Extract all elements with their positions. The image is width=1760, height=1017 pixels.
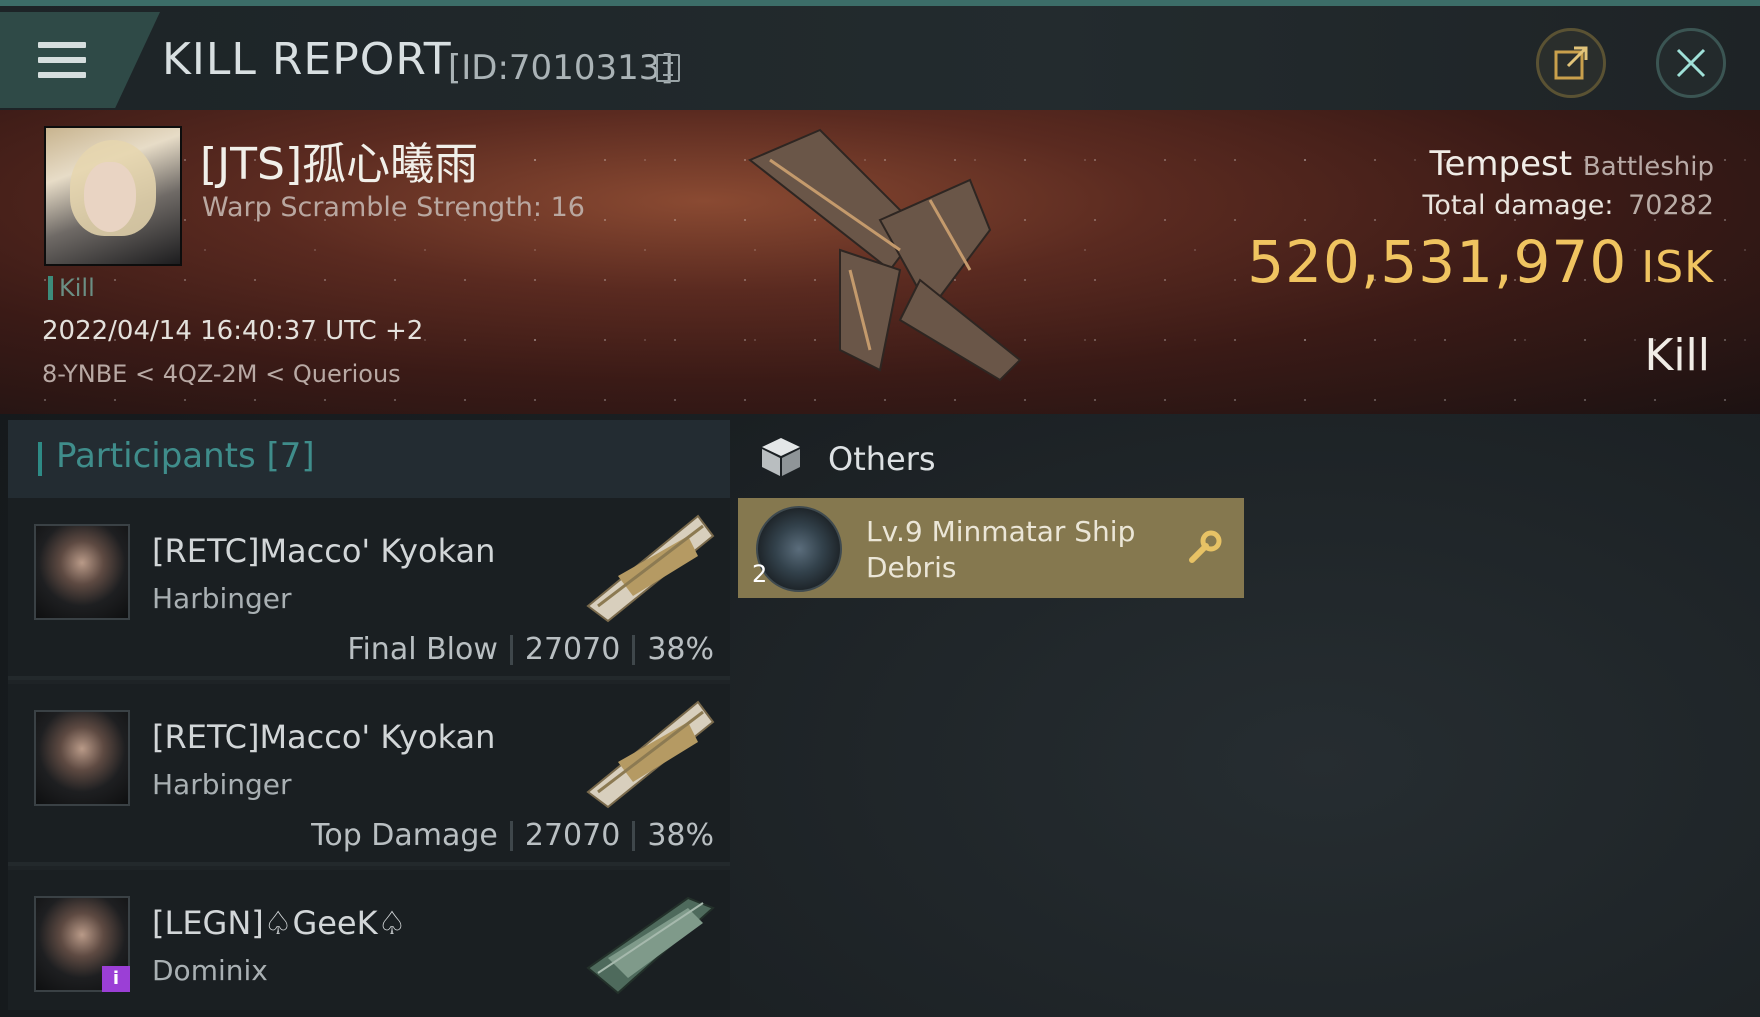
participant-damage: 27070 (524, 632, 621, 667)
participant-damage: 27070 (524, 818, 621, 853)
participant-portrait (34, 524, 130, 620)
info-badge: i (102, 966, 130, 992)
item-name: Lv.9 Minmatar Ship Debris (866, 515, 1136, 584)
participant-stats: Top Damage 27070 38% (311, 818, 714, 853)
participant-name: [RETC]Macco' Kyokan (152, 532, 496, 570)
participant-percent: 38% (647, 632, 714, 667)
share-icon (1554, 46, 1588, 80)
victim-detail: Warp Scramble Strength: 16 (202, 192, 585, 223)
report-id: [ID:7010313] (448, 48, 674, 88)
header-bar: KILL REPORT [ID:7010313] (0, 6, 1760, 110)
copy-icon[interactable] (656, 54, 680, 82)
participants-panel: Participants [7] [RETC]Macco' Kyokan Har… (8, 420, 730, 1010)
share-button[interactable] (1536, 28, 1606, 98)
participant-row[interactable]: i [LEGN]♤GeeK♤ Dominix (8, 870, 730, 1010)
participant-ship-image (586, 896, 715, 995)
page-title: KILL REPORT (162, 34, 452, 85)
cube-icon (762, 438, 800, 476)
menu-icon (38, 42, 86, 82)
item-quantity: 2 (752, 560, 768, 588)
isk-unit: ISK (1641, 242, 1714, 293)
participant-row[interactable]: [RETC]Macco' Kyokan Harbinger Final Blow… (8, 498, 730, 680)
result-label: Kill (1644, 330, 1710, 381)
victim-portrait[interactable] (44, 126, 182, 266)
victim-name[interactable]: [JTS]孤心曦雨 (200, 128, 478, 192)
participant-ship: Harbinger (152, 582, 292, 615)
kill-tag: Kill (48, 274, 95, 302)
participant-name: [RETC]Macco' Kyokan (152, 718, 496, 756)
victim-banner: [JTS]孤心曦雨 Warp Scramble Strength: 16 Kil… (0, 110, 1760, 414)
kill-location[interactable]: 8-YNBE < 4QZ-2M < Querious (42, 360, 401, 388)
total-damage-label: Total damage: (1422, 190, 1614, 221)
loot-item[interactable]: 2 Lv.9 Minmatar Ship Debris (738, 498, 1244, 598)
ship-type[interactable]: Tempest Battleship (1429, 144, 1714, 184)
isk-amount: 520,531,970 (1247, 228, 1628, 296)
participant-stats: Final Blow 27070 38% (347, 632, 714, 667)
participant-role: Final Blow (347, 632, 498, 667)
item-thumbnail (756, 506, 842, 592)
participant-ship-image (586, 700, 715, 809)
ship-class: Battleship (1582, 152, 1714, 182)
participant-percent: 38% (647, 818, 714, 853)
ship-name: Tempest (1429, 144, 1573, 184)
participant-ship: Dominix (152, 954, 268, 987)
participants-header[interactable]: Participants [7] (8, 420, 730, 498)
kill-datetime: 2022/04/14 16:40:37 UTC +2 (42, 316, 424, 346)
participant-ship-image (586, 514, 715, 623)
total-damage-value: 70282 (1628, 190, 1714, 221)
close-icon (1676, 48, 1706, 78)
victim-ship-image[interactable] (730, 120, 1030, 390)
participant-portrait (34, 710, 130, 806)
isk-value: 520,531,970 ISK (1247, 228, 1714, 296)
menu-button[interactable] (0, 12, 160, 108)
participant-portrait: i (34, 896, 130, 992)
participant-row[interactable]: [RETC]Macco' Kyokan Harbinger Top Damage… (8, 684, 730, 866)
participant-role: Top Damage (311, 818, 498, 853)
close-button[interactable] (1656, 28, 1726, 98)
wrench-icon[interactable] (1186, 530, 1222, 566)
total-damage: Total damage: 70282 (1422, 190, 1714, 221)
participant-name: [LEGN]♤GeeK♤ (152, 904, 407, 942)
others-title: Others (828, 440, 936, 478)
participants-title: Participants [7] (56, 436, 315, 476)
participant-ship: Harbinger (152, 768, 292, 801)
